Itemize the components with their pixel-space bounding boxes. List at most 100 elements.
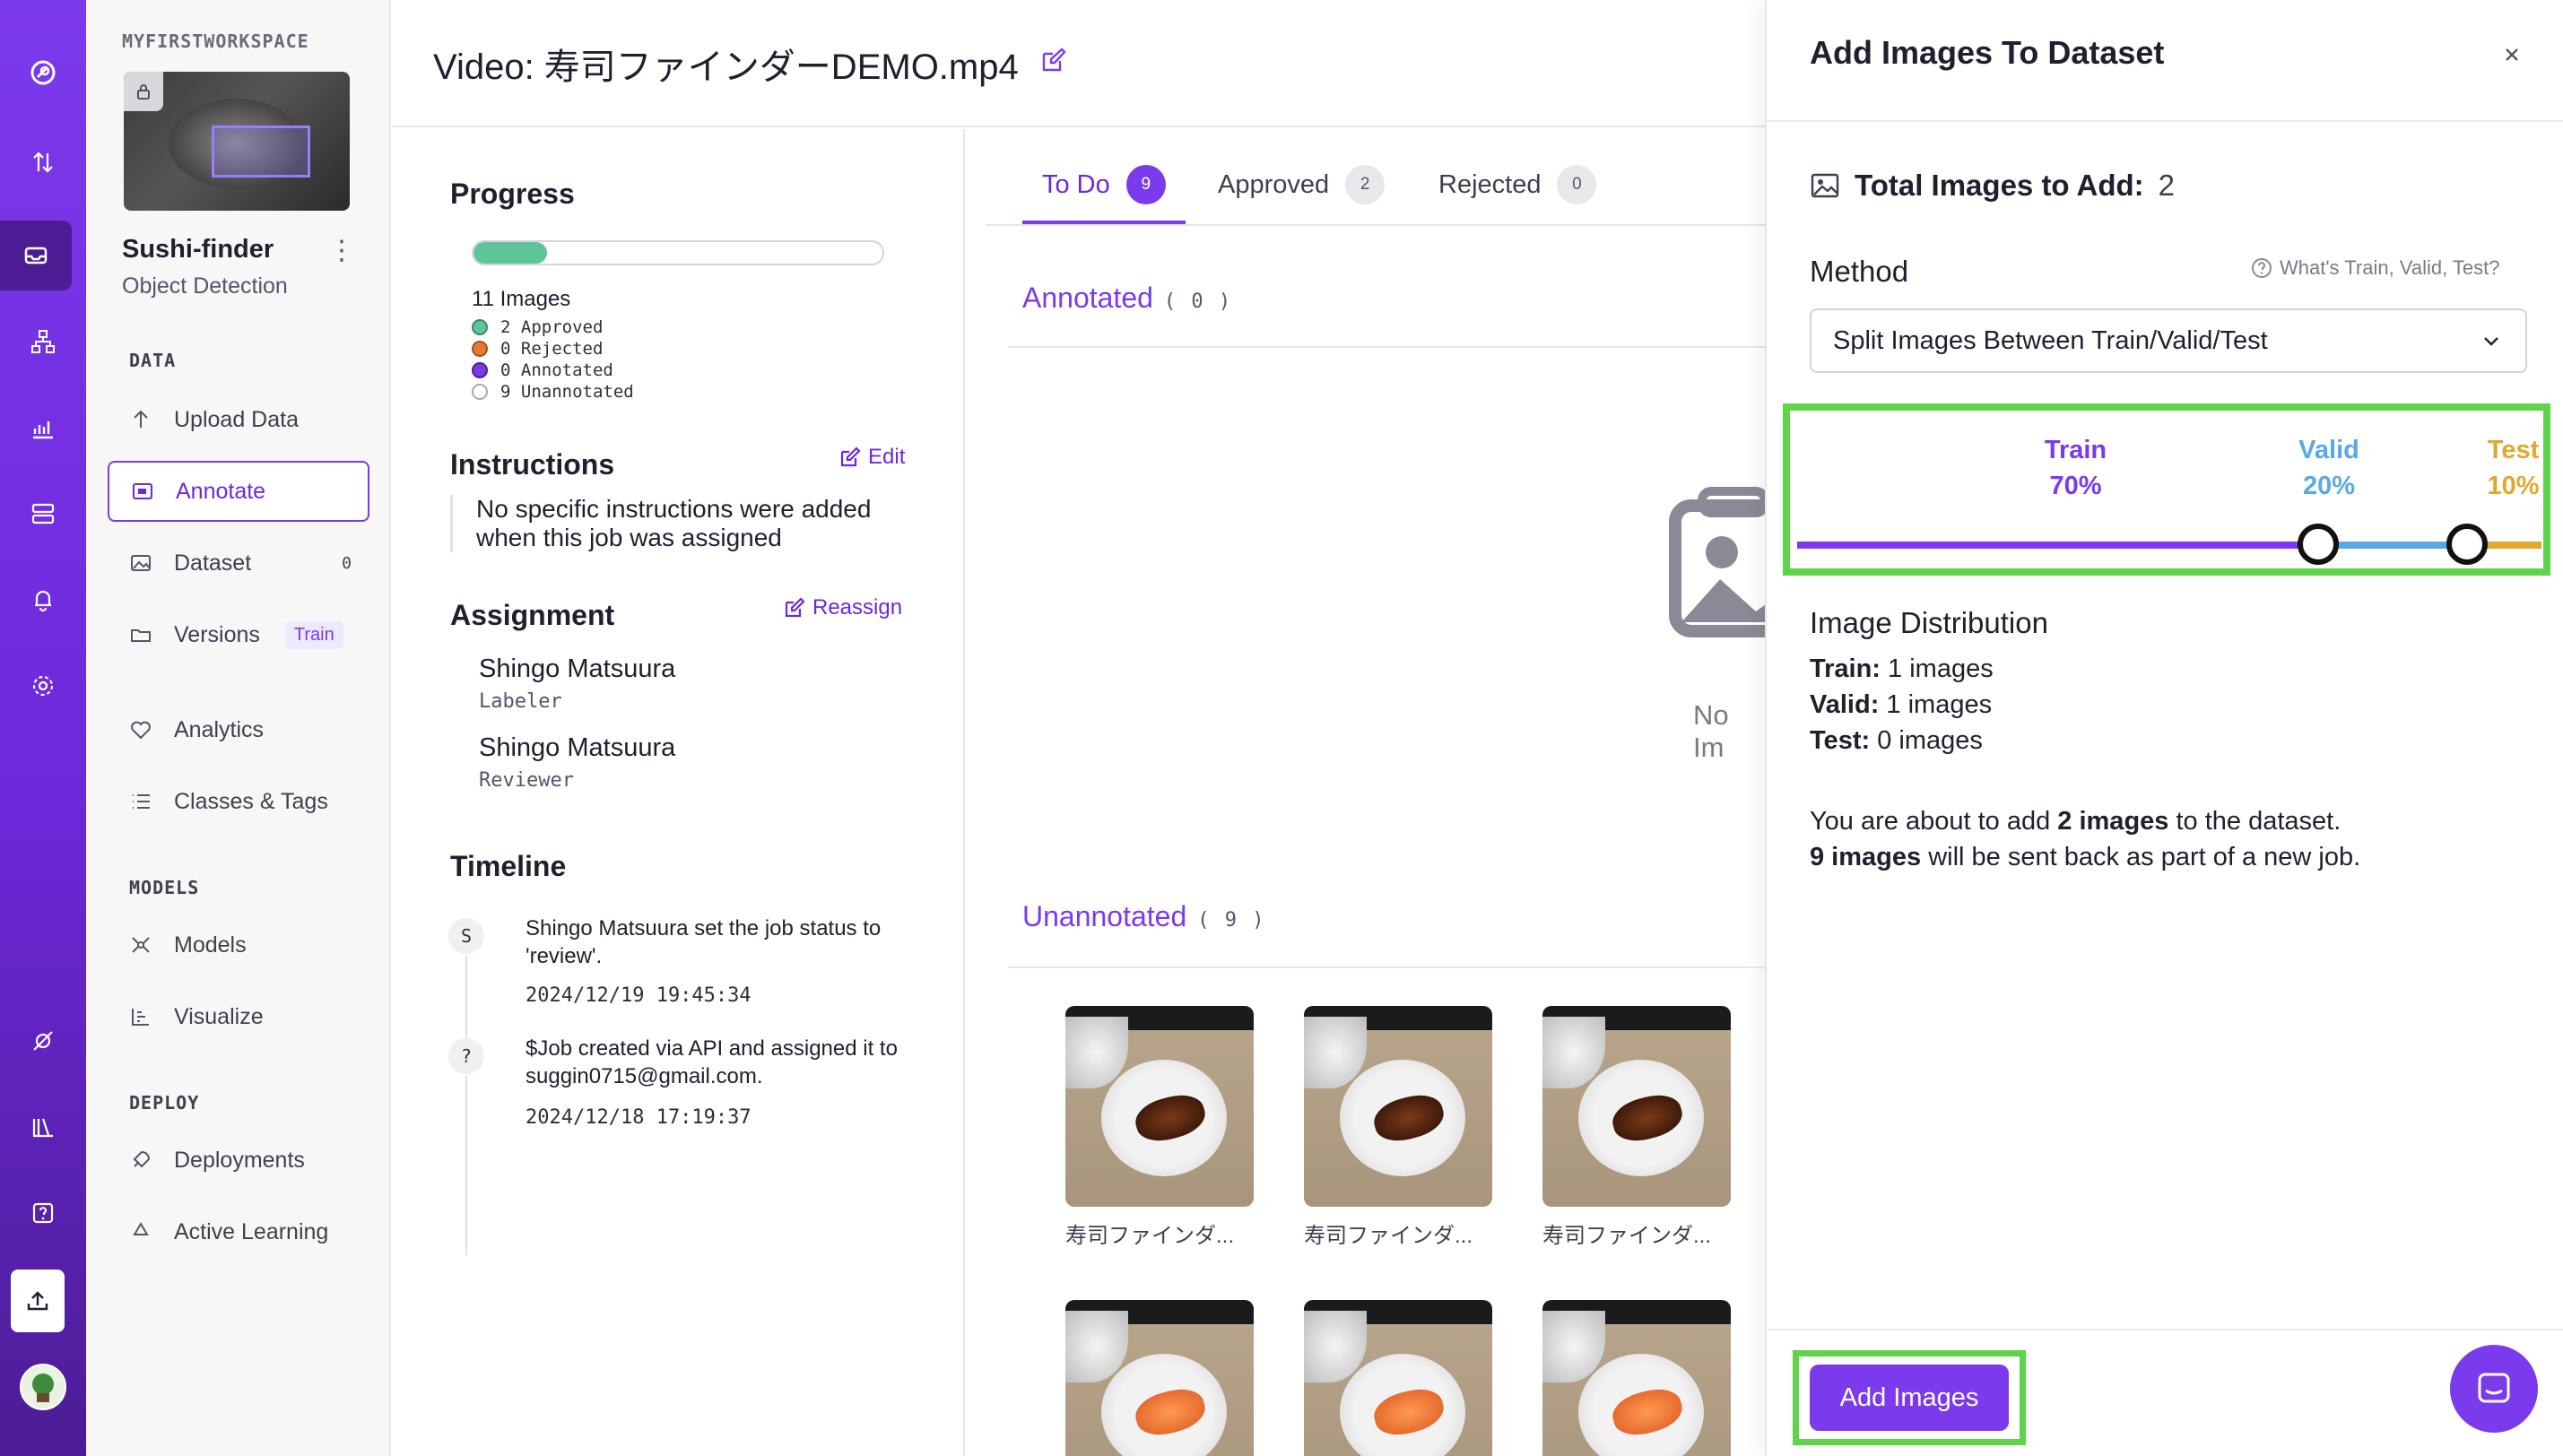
image-tile[interactable]	[1542, 1006, 1731, 1207]
tab-todo[interactable]: To Do 9	[1042, 165, 1166, 204]
arrow-up-icon	[134, 410, 148, 428]
bars-icon	[132, 1009, 149, 1026]
image-tile[interactable]	[1065, 1300, 1254, 1456]
tab-rejected[interactable]: Rejected 0	[1438, 165, 1597, 204]
upload-icon[interactable]	[11, 1270, 65, 1332]
legend-rejected: 0 Rejected	[472, 339, 603, 359]
server-icon[interactable]	[0, 479, 86, 549]
rocket-icon	[133, 1150, 151, 1168]
edit-label: Edit	[868, 445, 906, 469]
image-tile[interactable]	[1304, 1006, 1492, 1207]
dist-test: Test: 0 images	[1810, 726, 1983, 756]
tab-label: Approved	[1218, 169, 1330, 199]
footer-divider	[1767, 1329, 2563, 1330]
sidebar-item-label: Classes & Tags	[174, 788, 328, 814]
legend-approved: 2 Approved	[472, 317, 603, 337]
sidebar-item-annotate[interactable]: Annotate	[108, 461, 369, 522]
image-tile[interactable]	[1065, 1006, 1254, 1207]
sidebar-item-deployments[interactable]: Deployments	[108, 1130, 369, 1191]
bell-icon[interactable]	[0, 565, 86, 635]
valid-test-handle[interactable]	[2446, 524, 2488, 565]
section-data: DATA	[129, 350, 177, 371]
chat-button[interactable]	[2450, 1345, 2538, 1433]
split-slider-highlight: Train 70% Valid 20% Test 10%	[1783, 403, 2550, 576]
edit-title-icon[interactable]	[1040, 47, 1067, 78]
kebab-menu-icon[interactable]: ⋮	[328, 235, 355, 266]
reassign-label: Reassign	[812, 595, 903, 620]
group-divider	[1008, 346, 1767, 348]
sidebar-item-upload[interactable]: Upload Data	[108, 389, 369, 450]
distribution-title: Image Distribution	[1810, 606, 2048, 639]
progress-title: Progress	[450, 178, 575, 210]
tab-approved[interactable]: Approved 2	[1218, 165, 1386, 204]
workspace-name[interactable]: MYFIRSTWORKSPACE	[122, 30, 309, 52]
sidebar-item-classes[interactable]: Classes & Tags	[108, 771, 369, 832]
image-tile[interactable]	[1542, 1300, 1731, 1456]
gear-icon[interactable]	[0, 651, 86, 721]
help-icon[interactable]	[0, 1178, 86, 1248]
project-thumbnail[interactable]	[124, 72, 350, 211]
close-icon[interactable]	[2497, 39, 2527, 70]
sidebar-item-dataset[interactable]: Dataset 0	[108, 533, 369, 594]
annotate-icon	[133, 483, 152, 499]
edit-instructions-button[interactable]: Edit	[839, 445, 905, 470]
progress-bar	[472, 240, 884, 265]
timeline-entry-time: 2024/12/18 17:19:37	[526, 1106, 752, 1129]
method-select[interactable]: Split Images Between Train/Valid/Test	[1810, 308, 2527, 373]
whats-link-label: What's Train, Valid, Test?	[2280, 256, 2500, 279]
inbox-icon[interactable]	[0, 221, 72, 290]
about-part: You are about to add	[1810, 807, 2058, 836]
method-label: Method	[1810, 255, 1909, 288]
chat-icon	[2478, 1373, 2510, 1403]
group-count: ( 9 )	[1197, 909, 1266, 932]
legend-label: 0 Annotated	[500, 360, 613, 380]
sidebar-item-visualize[interactable]: Visualize	[108, 986, 369, 1047]
reassign-button[interactable]: Reassign	[784, 595, 902, 620]
satellite-icon[interactable]	[0, 1006, 86, 1076]
active-tab-indicator	[1022, 221, 1186, 224]
group-label: Annotated	[1022, 282, 1153, 314]
sidebar-item-label: Deployments	[174, 1147, 305, 1173]
logo-icon[interactable]	[0, 38, 86, 108]
dot-icon	[472, 319, 488, 335]
test-label: Test	[2487, 436, 2540, 464]
books-icon[interactable]	[0, 1092, 86, 1162]
dist-label: Train:	[1810, 654, 1881, 683]
folder-icon	[131, 629, 151, 642]
dist-value: 1 images	[1886, 690, 1993, 719]
instructions-text: No specific instructions were added when…	[450, 495, 917, 552]
avatar[interactable]	[0, 1352, 86, 1422]
valid-split-label: Valid 20%	[2275, 432, 2383, 504]
sidebar-item-models[interactable]: Models	[108, 914, 369, 975]
sidebar-item-label: Annotate	[176, 478, 266, 504]
sidebar-item-versions[interactable]: Versions Train	[108, 604, 369, 665]
group-count: ( 0 )	[1163, 290, 1233, 313]
timeline-avatar: S	[448, 918, 484, 954]
image-tile[interactable]	[1304, 1300, 1492, 1456]
page-title: Video: 寿司ファインダーDEMO.mp4	[433, 48, 1019, 87]
dot-icon	[472, 362, 488, 378]
models-icon	[132, 937, 150, 953]
edit-icon	[785, 597, 805, 618]
dist-label: Valid:	[1810, 690, 1880, 719]
annotated-group-title[interactable]: Annotated ( 0 )	[1022, 282, 1232, 315]
add-images-button[interactable]: Add Images	[1810, 1365, 2009, 1431]
whats-train-link[interactable]: What's Train, Valid, Test?	[2251, 256, 2500, 280]
train-valid-handle[interactable]	[2298, 524, 2339, 565]
sidebar-item-analytics[interactable]: Analytics	[108, 699, 369, 760]
sidebar-item-label: Active Learning	[174, 1218, 329, 1244]
timeline-title: Timeline	[450, 850, 567, 882]
group-label: Unannotated	[1022, 900, 1187, 932]
network-icon[interactable]	[0, 307, 86, 377]
sidebar-item-label: Visualize	[174, 1003, 264, 1029]
unannotated-group-title[interactable]: Unannotated ( 9 )	[1022, 900, 1266, 933]
dist-train: Train: 1 images	[1810, 654, 1994, 684]
labeler-name: Shingo Matsuura	[479, 654, 676, 683]
dist-label: Test:	[1810, 726, 1871, 755]
sort-icon[interactable]	[0, 127, 86, 197]
sidebar-item-active-learning[interactable]: Active Learning	[108, 1201, 369, 1262]
valid-pct: 20%	[2302, 472, 2356, 500]
train-track	[1797, 542, 2318, 549]
image-icon	[1811, 173, 1839, 198]
chart-icon[interactable]	[0, 393, 86, 463]
